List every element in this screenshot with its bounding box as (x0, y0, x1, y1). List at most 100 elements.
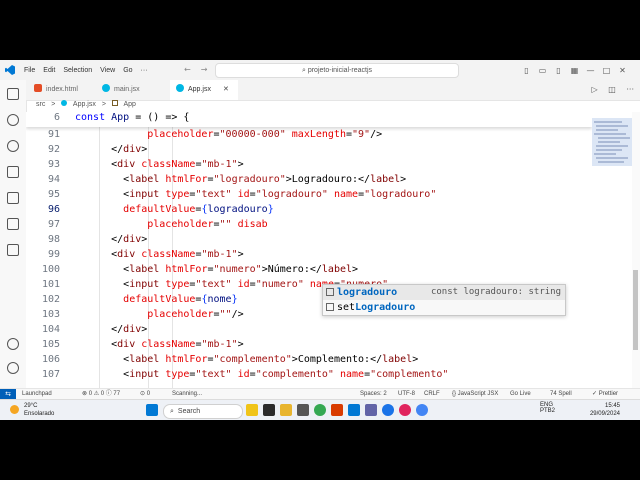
line-number: 101 (41, 279, 60, 290)
menu-item[interactable]: Edit (43, 67, 55, 74)
nav-arrows: ← → (184, 65, 217, 74)
file-explorer-icon[interactable] (280, 404, 292, 416)
edge-icon[interactable] (382, 404, 394, 416)
start-icon[interactable] (146, 404, 158, 416)
breadcrumb: src > App.jsx > App (36, 100, 140, 112)
code-text: <input type="text" id="complemento" name… (75, 369, 449, 380)
browser-icon[interactable] (416, 404, 428, 416)
code-text: defaultValue={logradouro} (123, 204, 274, 215)
title-bar: File Edit Selection View Go ··· ← → ⌕ projeto-… (0, 60, 640, 81)
explorer-icon[interactable] (7, 88, 19, 100)
task-view-icon[interactable] (263, 404, 275, 416)
breadcrumb-file[interactable]: App.jsx (73, 101, 96, 108)
line-number: 99 (47, 249, 60, 260)
menu-item[interactable]: Selection (63, 67, 92, 74)
extensions-icon[interactable] (7, 192, 19, 204)
vscode-taskbar-icon[interactable] (348, 404, 360, 416)
source-control-icon[interactable] (7, 140, 19, 152)
menu-bar: File Edit Selection View Go ··· (24, 60, 156, 80)
code-line[interactable]: 92 </div> (26, 142, 592, 157)
react-file-icon (102, 84, 110, 92)
app-icon[interactable] (399, 404, 411, 416)
minimap[interactable] (592, 112, 632, 388)
code-line[interactable]: 100 <label htmlFor="numero">Número:</lab… (26, 262, 592, 277)
customize-layout-icon[interactable]: ▦ (568, 66, 581, 75)
code-line[interactable]: 91 placeholder="00000-000" maxLength="9"… (26, 127, 592, 142)
taskbar-search[interactable]: ⌕ Search (163, 404, 243, 419)
teams-icon[interactable] (365, 404, 377, 416)
code-line[interactable]: 94 <label htmlFor="logradouro">Logradour… (26, 172, 592, 187)
menu-item[interactable]: Go (123, 67, 132, 74)
minimize-icon[interactable]: — (584, 66, 597, 75)
editor-actions: ▷ ◫ ··· (584, 85, 634, 94)
tab-main-jsx[interactable]: main.jsx (102, 80, 170, 100)
run-debug-icon[interactable] (7, 166, 19, 178)
suggestion-item[interactable]: setLogradouro (323, 300, 565, 315)
code-line[interactable]: 107 <input type="text" id="complemento" … (26, 367, 592, 382)
line-number: 100 (41, 264, 60, 275)
line-number: 104 (41, 324, 60, 335)
weather-condition: Ensolarado (24, 411, 55, 417)
code-text: <div className="mb-1"> (75, 159, 244, 170)
code-line[interactable]: 93 <div className="mb-1"> (26, 157, 592, 172)
code-line[interactable]: 106 <label htmlFor="complemento">Complem… (26, 352, 592, 367)
html-file-icon (34, 84, 42, 92)
line-number: 105 (41, 339, 60, 350)
suggestion-detail: const logradouro: string (430, 287, 561, 297)
code-line[interactable]: 98 </div> (26, 232, 592, 247)
time: 15:45 (604, 403, 620, 409)
layout-sidebar-icon[interactable]: ▯ (520, 66, 533, 75)
vscode-window: File Edit Selection View Go ··· ← → ⌕ projeto-… (0, 60, 640, 420)
menu-item[interactable]: ··· (141, 67, 148, 74)
more-actions-icon[interactable]: ··· (626, 85, 634, 94)
breadcrumb-folder[interactable]: src (36, 101, 45, 108)
sticky-code-text: const App = () => { (75, 112, 190, 123)
temperature: 29°C (24, 403, 38, 409)
office-icon[interactable] (331, 404, 343, 416)
suggestion-item[interactable]: logradouro const logradouro: string (323, 285, 565, 300)
run-icon[interactable]: ▷ (592, 85, 598, 94)
code-line[interactable]: 96 defaultValue={logradouro} (26, 202, 592, 217)
tab-app-jsx[interactable]: App.jsx ✕ (170, 80, 238, 100)
settings-gear-icon[interactable] (7, 362, 19, 374)
code-text: placeholder=""/> (147, 309, 244, 320)
store-icon[interactable] (297, 404, 309, 416)
code-line[interactable]: 104 </div> (26, 322, 592, 337)
layout-panel-icon[interactable]: ▭ (536, 66, 549, 75)
menu-item[interactable]: File (24, 67, 35, 74)
chrome-icon[interactable] (314, 404, 326, 416)
line-number: 96 (47, 204, 60, 215)
close-tab-icon[interactable]: ✕ (223, 86, 229, 93)
maximize-icon[interactable]: □ (600, 66, 613, 75)
account-icon[interactable] (7, 338, 19, 350)
close-window-icon[interactable]: ✕ (616, 66, 629, 75)
layout-secondary-icon[interactable]: ▯ (552, 66, 565, 75)
remote-explorer-icon[interactable] (7, 218, 19, 230)
symbol-icon (111, 100, 118, 106)
testing-icon[interactable] (7, 244, 19, 256)
code-text: <input type="text" id="logradouro" name=… (75, 189, 437, 200)
code-line[interactable]: 95 <input type="text" id="logradouro" na… (26, 187, 592, 202)
line-number: 91 (47, 129, 60, 140)
line-number: 97 (47, 219, 60, 230)
menu-item[interactable]: View (100, 67, 115, 74)
code-line[interactable]: 97 placeholder="" disab (26, 217, 592, 232)
clock[interactable]: 15:45 29/09/2024 (582, 402, 620, 418)
tab-index-html[interactable]: index.html (34, 80, 96, 100)
copilot-icon[interactable] (246, 404, 258, 416)
search-icon[interactable] (7, 114, 19, 126)
sticky-scroll[interactable]: 6 const App = () => { (26, 112, 592, 127)
back-arrow-icon[interactable]: ← (184, 65, 191, 74)
code-line[interactable]: 105 <div className="mb-1"> (26, 337, 592, 352)
scrollbar-thumb[interactable] (633, 270, 638, 350)
split-editor-icon[interactable]: ◫ (608, 85, 616, 94)
windows-taskbar: 29°C Ensolarado ⌕ Search ENG PTB2 15:45 29… (0, 399, 640, 420)
react-file-icon (61, 100, 68, 106)
breadcrumb-symbol[interactable]: App (123, 101, 135, 108)
forward-arrow-icon[interactable]: → (201, 65, 208, 74)
code-line[interactable]: 99 <div className="mb-1"> (26, 247, 592, 262)
code-editor[interactable]: 91 placeholder="00000-000" maxLength="9"… (26, 112, 592, 388)
line-number: 103 (41, 309, 60, 320)
system-tray[interactable]: ENG PTB2 (540, 402, 555, 414)
command-center-search[interactable]: ⌕ projeto-inicial-reactjs (215, 63, 459, 78)
